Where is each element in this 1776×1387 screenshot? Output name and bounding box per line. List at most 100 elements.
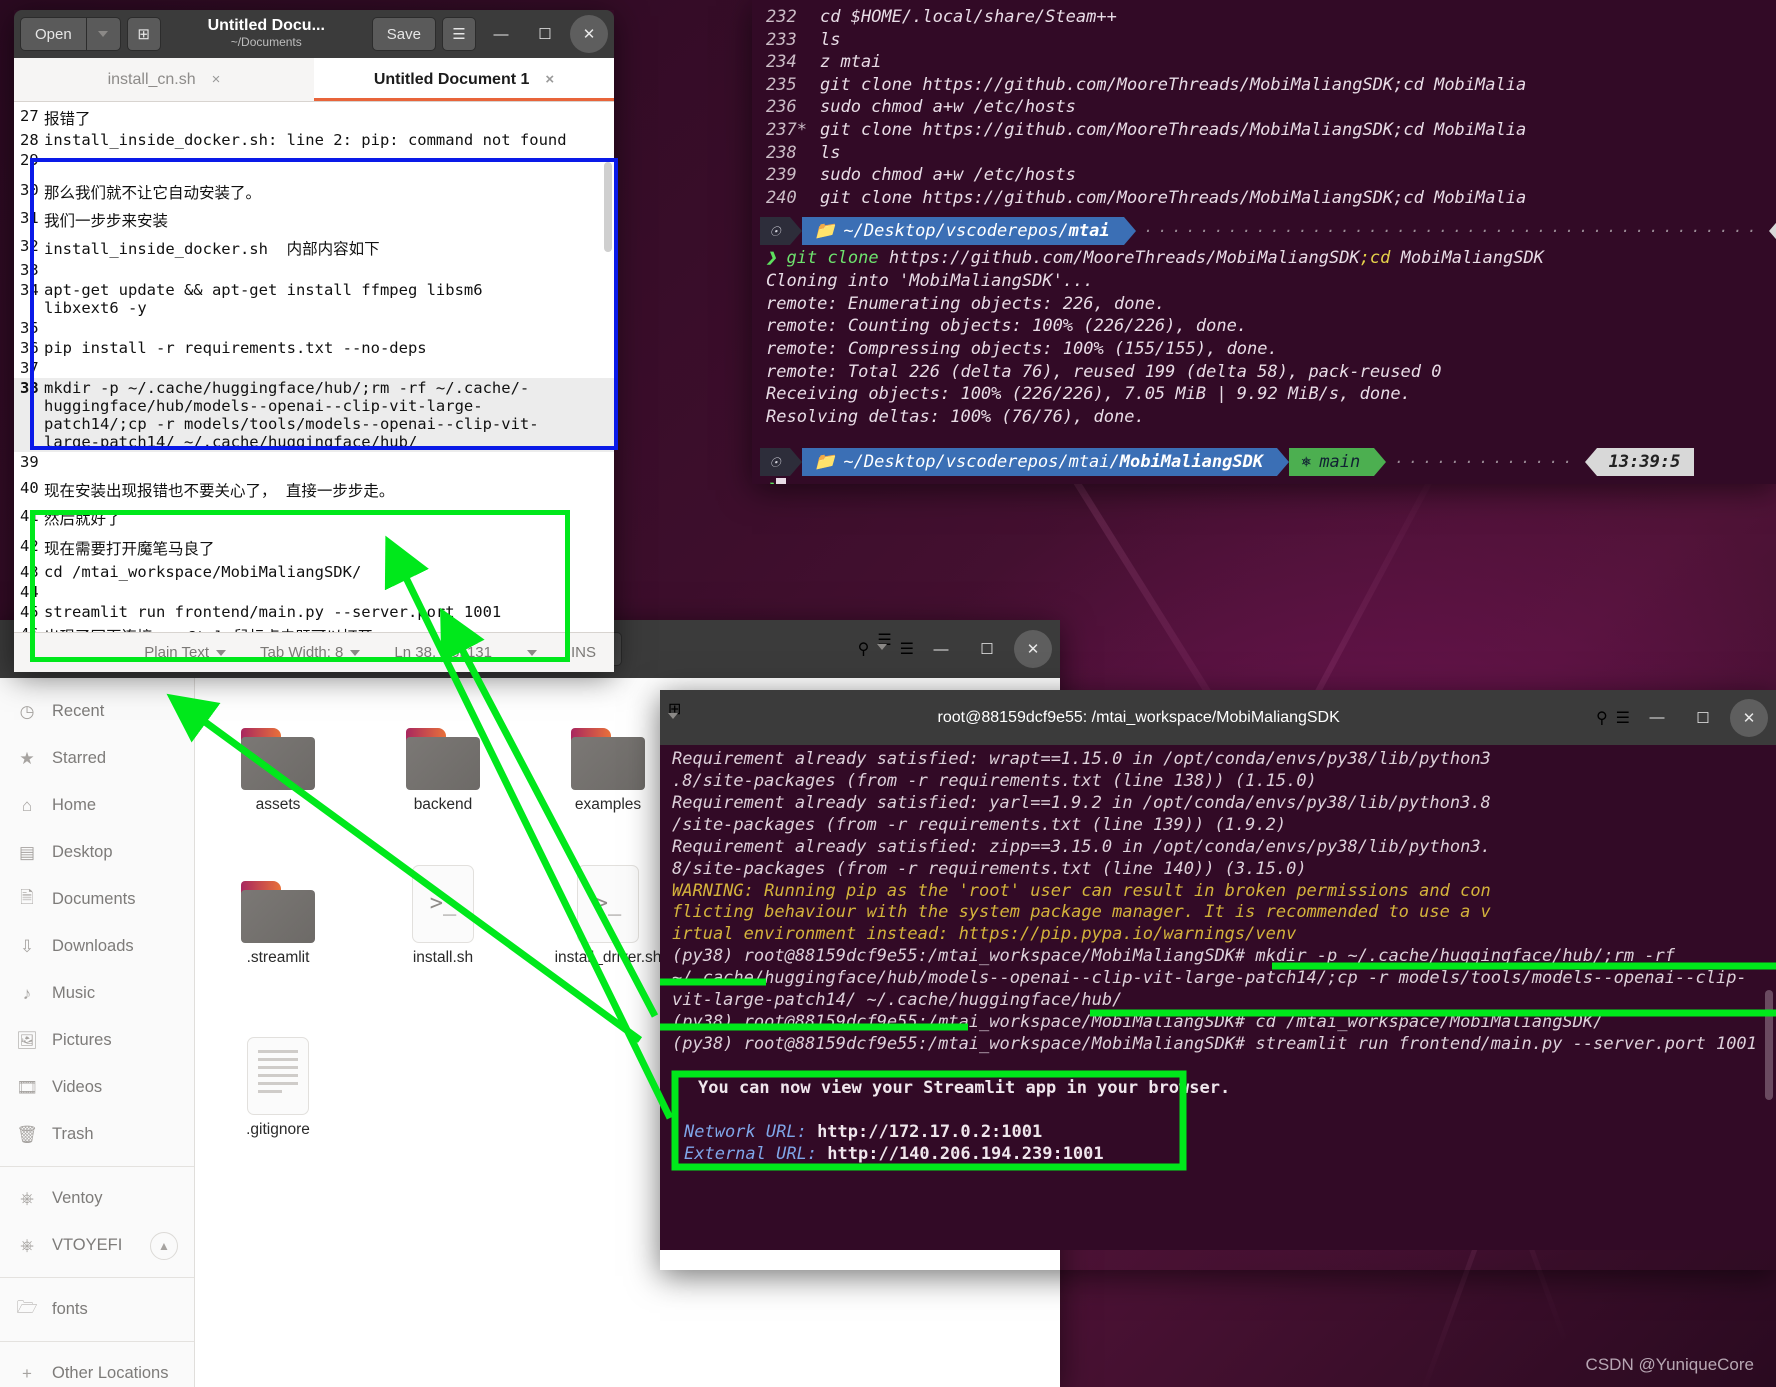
docker-terminal-window[interactable]: ⊞ root@88159dcf9e55: /mtai_workspace/Mob… (660, 690, 1776, 1270)
terminal-line: Requirement already satisfied: zipp==3.1… (672, 836, 1491, 857)
sidebar-item-videos[interactable]: 🎞 Videos (0, 1064, 194, 1111)
save-button[interactable]: Save (371, 17, 436, 51)
close-icon[interactable]: ✕ (570, 15, 608, 53)
maximize-icon[interactable]: ☐ (1684, 699, 1722, 737)
text-file-icon (216, 1021, 340, 1115)
chevron-down-icon[interactable] (668, 712, 681, 737)
terminal-input-line[interactable]: ❯ (752, 478, 1776, 484)
hamburger-icon[interactable]: ☰ (1616, 708, 1630, 728)
insert-mode-indicator: INS (570, 644, 596, 661)
terminal-warning-line: irtual environment instead: https://pip.… (672, 924, 1297, 945)
editor-line: 36 pip install -r requirements.txt --no-d… (20, 339, 427, 357)
cursor-position[interactable]: Ln 38, Col 131 (394, 644, 537, 661)
search-icon[interactable]: ⚲ (858, 639, 870, 659)
sidebar-item-vtoyefi[interactable]: ⎈ VTOYEFI ▲ (0, 1222, 194, 1269)
docker-terminal-title: root@88159dcf9e55: /mtai_workspace/MobiM… (937, 708, 1340, 726)
maximize-icon[interactable]: ☐ (526, 15, 564, 53)
docker-terminal-output[interactable]: Requirement already satisfied: wrapt==1.… (660, 745, 1776, 1250)
folder-icon (216, 696, 340, 790)
home-icon: ⌂ (21, 795, 33, 815)
history-terminal-window[interactable]: 232 cd $HOME/.local/share/Steam++ 233 ls 2… (752, 0, 1776, 484)
folder-icon: 📁 (814, 221, 836, 242)
file-item[interactable]: >_ install.sh (381, 849, 505, 987)
file-item[interactable]: >_ install_driver.sh (546, 849, 670, 987)
editor-line: 34 apt-get update && apt-get install ffmp… (20, 281, 492, 317)
editor-line: 40 现在安装出现报错也不要关心了， 直接一步步走。 (20, 479, 395, 500)
language-selector[interactable]: Plain Text (144, 644, 227, 661)
editor-line: 41 然后就好了 (20, 507, 122, 528)
path-segment: 📁 ~/Desktop/vscoderepos/mtai (802, 217, 1124, 246)
history-line: 236 sudo chmod a+w /etc/hosts (766, 97, 1076, 118)
terminal-output-line: remote: Total 226 (delta 76), reused 199… (766, 361, 1442, 382)
file-item[interactable]: backend (381, 696, 505, 815)
editor-line: 37 (20, 359, 39, 377)
terminal-output-line: Cloning into 'MobiMaliangSDK'... (766, 271, 1094, 292)
folder-icon (381, 696, 505, 790)
text-editor-window[interactable]: Open ⊞ Untitled Docu... ~/Documents Save… (14, 10, 618, 672)
prompt-dots: ········································… (1143, 222, 1761, 241)
script-file-icon: >_ (381, 849, 505, 943)
editor-line: 27 报错了 (20, 107, 91, 128)
chevron-down-icon[interactable] (877, 644, 891, 668)
editor-text-area[interactable]: 27 报错了 28 install_inside_docker.sh: line 2… (14, 102, 614, 632)
sidebar-item-recent[interactable]: ◷ Recent (0, 688, 194, 735)
minimize-icon[interactable]: — (1638, 699, 1676, 737)
editor-line: 33 (20, 261, 39, 279)
new-document-icon[interactable]: ⊞ (126, 17, 161, 51)
history-line: 234 z mtai (766, 52, 882, 73)
sidebar-item-downloads[interactable]: ⇩ Downloads (0, 923, 194, 970)
close-icon[interactable]: × (545, 71, 554, 88)
external-url-line: External URL: http://140.206.194.239:100… (684, 1143, 1104, 1164)
docker-terminal-header: ⊞ root@88159dcf9e55: /mtai_workspace/Mob… (660, 690, 1776, 745)
close-icon[interactable]: × (212, 71, 221, 88)
sidebar-item-fonts[interactable]: 🗁 fonts (0, 1286, 194, 1333)
text-editor-title: Untitled Docu... ~/Documents (207, 17, 325, 49)
usb-icon: ⎈ (20, 1188, 34, 1208)
history-line: 239 sudo chmod a+w /etc/hosts (766, 165, 1076, 186)
sidebar-item-home[interactable]: ⌂ Home (0, 782, 194, 829)
chevron-down-icon[interactable] (86, 17, 121, 51)
hamburger-icon[interactable]: ☰ (442, 17, 476, 51)
close-icon[interactable]: ✕ (1730, 698, 1768, 737)
terminal-scrollbar[interactable] (1765, 990, 1773, 1100)
editor-line: 29 (20, 151, 39, 169)
folder-icon: 🗁 (16, 1298, 38, 1317)
eject-icon[interactable]: ▲ (150, 1231, 178, 1260)
file-item[interactable]: examples (546, 696, 670, 815)
sidebar-item-desktop[interactable]: ▤ Desktop (0, 829, 194, 876)
terminal-output-line: remote: Compressing objects: 100% (155/1… (766, 338, 1278, 359)
tab-install-cn-sh[interactable]: install_cn.sh × (14, 58, 314, 101)
sidebar-item-documents[interactable]: 🗎 Documents (0, 876, 194, 923)
sidebar-item-ventoy[interactable]: ⎈ Ventoy (0, 1175, 194, 1222)
tab-untitled-document-1[interactable]: Untitled Document 1 × (314, 58, 614, 101)
file-manager-sidebar[interactable]: ◷ Recent ★ Starred ⌂ Home ▤ Desktop 🗎 Documen… (0, 678, 195, 1387)
script-file-icon: >_ (546, 849, 670, 943)
minimize-icon[interactable]: — (482, 15, 520, 53)
file-item[interactable]: .streamlit (216, 849, 340, 987)
editor-tab-bar[interactable]: install_cn.sh × Untitled Document 1 × (14, 58, 614, 102)
minimize-icon[interactable]: — (922, 630, 960, 668)
open-button[interactable]: Open (20, 17, 87, 51)
terminal-output-line: Receiving objects: 100% (226/226), 7.05 … (766, 384, 1411, 405)
text-cursor (776, 478, 787, 484)
search-icon[interactable]: ⚲ (1596, 708, 1608, 728)
editor-line: 30 那么我们就不让它自动安装了。 (20, 181, 262, 202)
editor-line: 43 cd /mtai_workspace/MobiMaliangSDK/ (20, 563, 362, 581)
close-icon[interactable]: ✕ (1014, 630, 1052, 668)
sidebar-item-pictures[interactable]: 🖼 Pictures (0, 1017, 194, 1064)
prompt-bar-1: ☉ 📁 ~/Desktop/vscoderepos/mtai ·········… (760, 217, 1776, 246)
file-item[interactable]: .gitignore (216, 1021, 340, 1140)
hamburger-icon[interactable]: ☰ (900, 639, 914, 659)
file-item[interactable]: assets (216, 696, 340, 815)
sidebar-item-starred[interactable]: ★ Starred (0, 735, 194, 782)
sidebar-item-music[interactable]: ♪ Music (0, 970, 194, 1017)
zsh-icon: ☉ (760, 448, 791, 477)
sidebar-item-other-locations[interactable]: + Other Locations (0, 1350, 194, 1387)
editor-scrollbar[interactable] (604, 162, 612, 252)
editor-line: 44 (20, 583, 39, 601)
maximize-icon[interactable]: ☐ (968, 630, 1006, 668)
tab-width-selector[interactable]: Tab Width: 8 (260, 644, 361, 661)
sidebar-item-trash[interactable]: 🗑 Trash (0, 1111, 194, 1158)
terminal-line: /site-packages (from -r requirements.txt… (672, 814, 1287, 835)
history-line: 235 git clone https://github.com/MooreThr… (766, 74, 1527, 95)
